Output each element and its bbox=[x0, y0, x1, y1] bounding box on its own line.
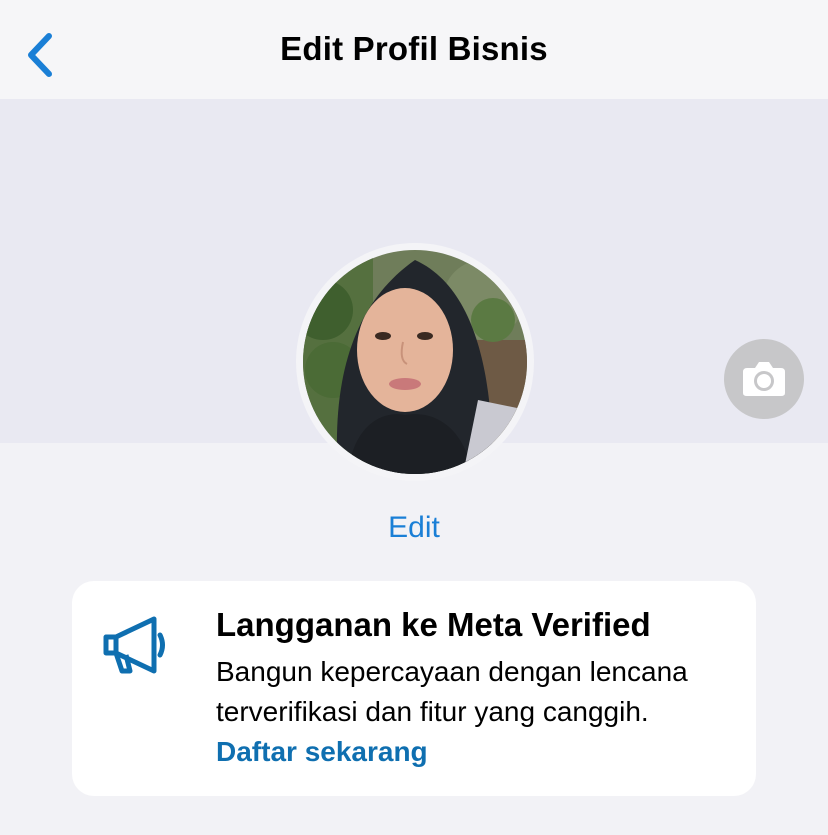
edit-profile-photo-button[interactable]: Edit bbox=[0, 511, 828, 545]
promo-title: Langganan ke Meta Verified bbox=[216, 606, 651, 643]
meta-verified-promo-card[interactable]: Langganan ke Meta Verified Bangun keperc… bbox=[72, 581, 756, 796]
navigation-bar: Edit Profil Bisnis bbox=[0, 0, 828, 99]
megaphone-icon bbox=[103, 616, 165, 674]
page-title: Edit Profil Bisnis bbox=[280, 30, 548, 67]
avatar[interactable] bbox=[303, 250, 527, 474]
camera-icon bbox=[743, 362, 785, 396]
change-cover-photo-button[interactable] bbox=[724, 339, 804, 419]
promo-body: Bangun kepercayaan dengan lencana terver… bbox=[216, 652, 736, 772]
promo-description: Bangun kepercayaan dengan lencana terver… bbox=[216, 656, 688, 727]
register-now-link[interactable]: Daftar sekarang bbox=[216, 736, 428, 767]
